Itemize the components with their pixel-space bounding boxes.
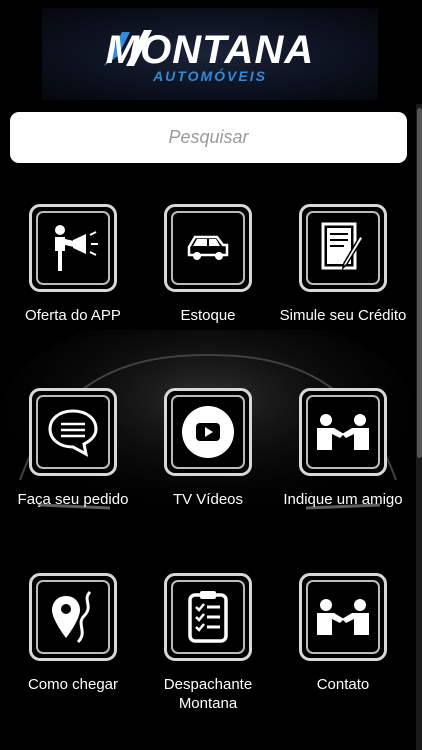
tile-estoque[interactable]: Estoque — [143, 204, 273, 325]
tile-frame — [299, 204, 387, 292]
tile-label: Estoque — [180, 307, 236, 324]
tile-despachante-montana[interactable]: Despachante Montana — [143, 573, 273, 713]
tile-label: Simule seu Crédito — [279, 307, 407, 324]
handshake-icon — [317, 599, 369, 635]
handshake-icon — [317, 414, 369, 450]
document-pen-icon — [321, 222, 365, 271]
car-icon — [187, 235, 229, 260]
tile-label: Contato — [316, 676, 370, 693]
tile-frame — [29, 388, 117, 476]
tile-simule-seu-credito[interactable]: Simule seu Crédito — [278, 204, 408, 325]
map-pin-icon — [52, 590, 92, 644]
tile-frame — [299, 573, 387, 661]
chat-bubble-icon — [48, 409, 98, 457]
tile-label: Como chegar — [27, 676, 119, 693]
tile-label: Oferta do APP — [25, 307, 121, 324]
tile-label: Despachante Montana — [163, 676, 253, 712]
tile-faca-seu-pedido[interactable]: Faça seu pedido — [8, 388, 138, 509]
megaphone-person-icon — [55, 225, 98, 271]
tile-como-chegar[interactable]: Como chegar — [8, 573, 138, 694]
brand-name: MONTANA — [105, 28, 315, 72]
app-header: MONTANA AUTOMÓVEIS — [0, 0, 422, 104]
tile-label: Indique um amigo — [283, 491, 403, 508]
tile-label: Faça seu pedido — [17, 491, 129, 508]
tile-frame — [164, 204, 252, 292]
brand-logo: MONTANA AUTOMÓVEIS — [42, 8, 378, 100]
tile-frame — [164, 388, 252, 476]
tile-frame — [29, 573, 117, 661]
tile-frame — [164, 573, 252, 661]
tile-oferta-do-app[interactable]: Oferta do APP — [8, 204, 138, 325]
tile-label: TV Vídeos — [172, 491, 244, 508]
clipboard-checklist-icon — [188, 591, 228, 643]
tile-frame — [29, 204, 117, 292]
tile-tv-videos[interactable]: TV Vídeos — [143, 388, 273, 509]
tile-indique-um-amigo[interactable]: Indique um amigo — [278, 388, 408, 509]
play-icon — [182, 406, 234, 458]
tile-frame — [299, 388, 387, 476]
scrollbar-thumb[interactable] — [417, 108, 422, 458]
search-input[interactable] — [10, 112, 407, 163]
tile-contato[interactable]: Contato — [278, 573, 408, 694]
brand-subtitle: AUTOMÓVEIS — [153, 68, 267, 84]
